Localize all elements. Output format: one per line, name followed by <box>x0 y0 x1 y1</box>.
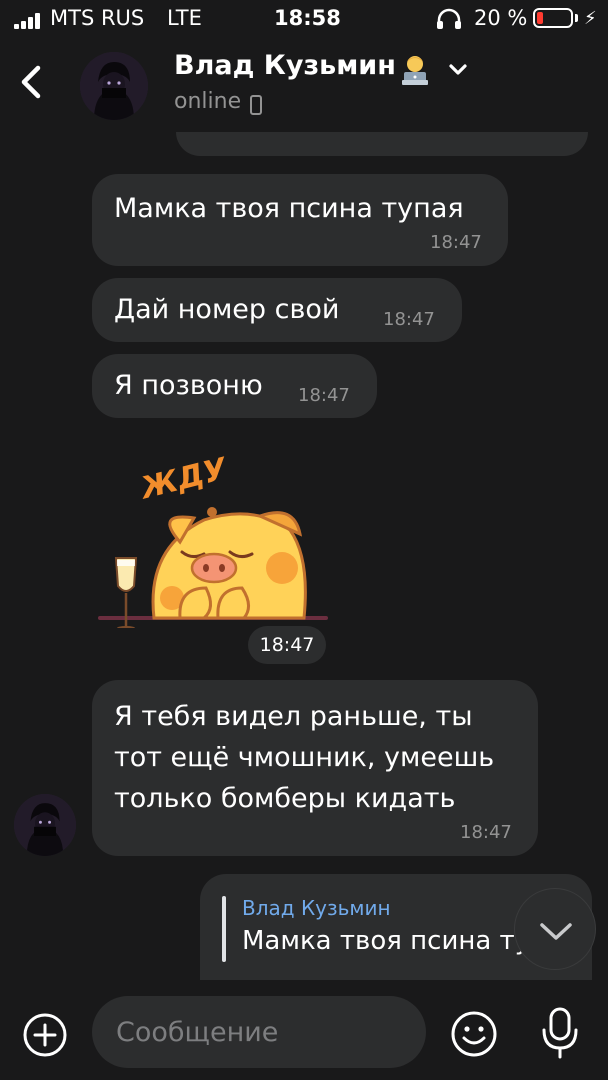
phone-icon <box>250 95 262 115</box>
message-time: 18:47 <box>298 385 350 406</box>
sticker-caption: ЖДУ <box>136 451 232 507</box>
network-label: LTE <box>167 6 202 30</box>
chevron-down-icon[interactable] <box>447 60 469 78</box>
sticker-time: 18:47 <box>248 626 326 664</box>
message-text: Я позвоню <box>114 370 263 401</box>
composer <box>0 980 608 1080</box>
message-time: 18:47 <box>460 822 512 843</box>
signal-icon <box>14 13 44 29</box>
technologist-emoji-icon <box>402 56 428 85</box>
message-bubble[interactable]: Дай номер свой 18:47 <box>92 278 462 342</box>
message-line: только бомберы кидать <box>114 783 456 814</box>
battery-percent: 20 % <box>474 6 528 30</box>
scroll-down-button[interactable] <box>514 888 596 970</box>
chat-header: Влад Кузьмин online <box>0 40 608 132</box>
reply-bar <box>222 896 226 962</box>
back-icon[interactable] <box>14 60 50 104</box>
message-line: тот ещё чмошник, умеешь <box>114 742 495 773</box>
message-line: Я тебя видел раньше, ты <box>114 701 473 732</box>
status-bar: MTS RUS LTE 18:58 20 % ⚡ <box>0 0 608 40</box>
message-input[interactable] <box>92 996 426 1068</box>
scroll-down-icon <box>540 923 572 940</box>
bolt-icon: ⚡ <box>584 8 597 29</box>
message-text: Дай номер свой <box>114 294 340 325</box>
mic-icon[interactable] <box>540 1006 580 1060</box>
headphones-icon <box>437 8 461 29</box>
clock: 18:58 <box>274 6 341 30</box>
presence-status: online <box>174 89 242 114</box>
message-bubble[interactable]: Мамка твоя псина тупая 18:47 <box>92 174 508 266</box>
contact-name[interactable]: Влад Кузьмин <box>174 50 396 81</box>
pig-waiting-sticker[interactable]: ЖДУ <box>94 438 334 628</box>
message-bubble[interactable]: Я позвоню 18:47 <box>92 354 377 418</box>
avatar[interactable] <box>14 794 76 856</box>
smile-icon[interactable] <box>450 1010 498 1058</box>
battery-cap <box>575 14 578 22</box>
plus-icon[interactable] <box>22 1012 68 1058</box>
reply-author: Влад Кузьмин <box>242 896 391 920</box>
message-bubble[interactable]: Я тебя видел раньше, ты тот ещё чмошник,… <box>92 680 538 856</box>
carrier-label: MTS RUS <box>50 6 145 30</box>
battery-icon <box>533 8 573 28</box>
message-text: Мамка твоя псина тупая <box>114 193 464 224</box>
message-time: 18:47 <box>383 309 435 330</box>
message-time: 18:47 <box>430 232 482 253</box>
reply-quote: Мамка твоя псина ту <box>242 926 531 956</box>
avatar[interactable] <box>80 52 148 120</box>
